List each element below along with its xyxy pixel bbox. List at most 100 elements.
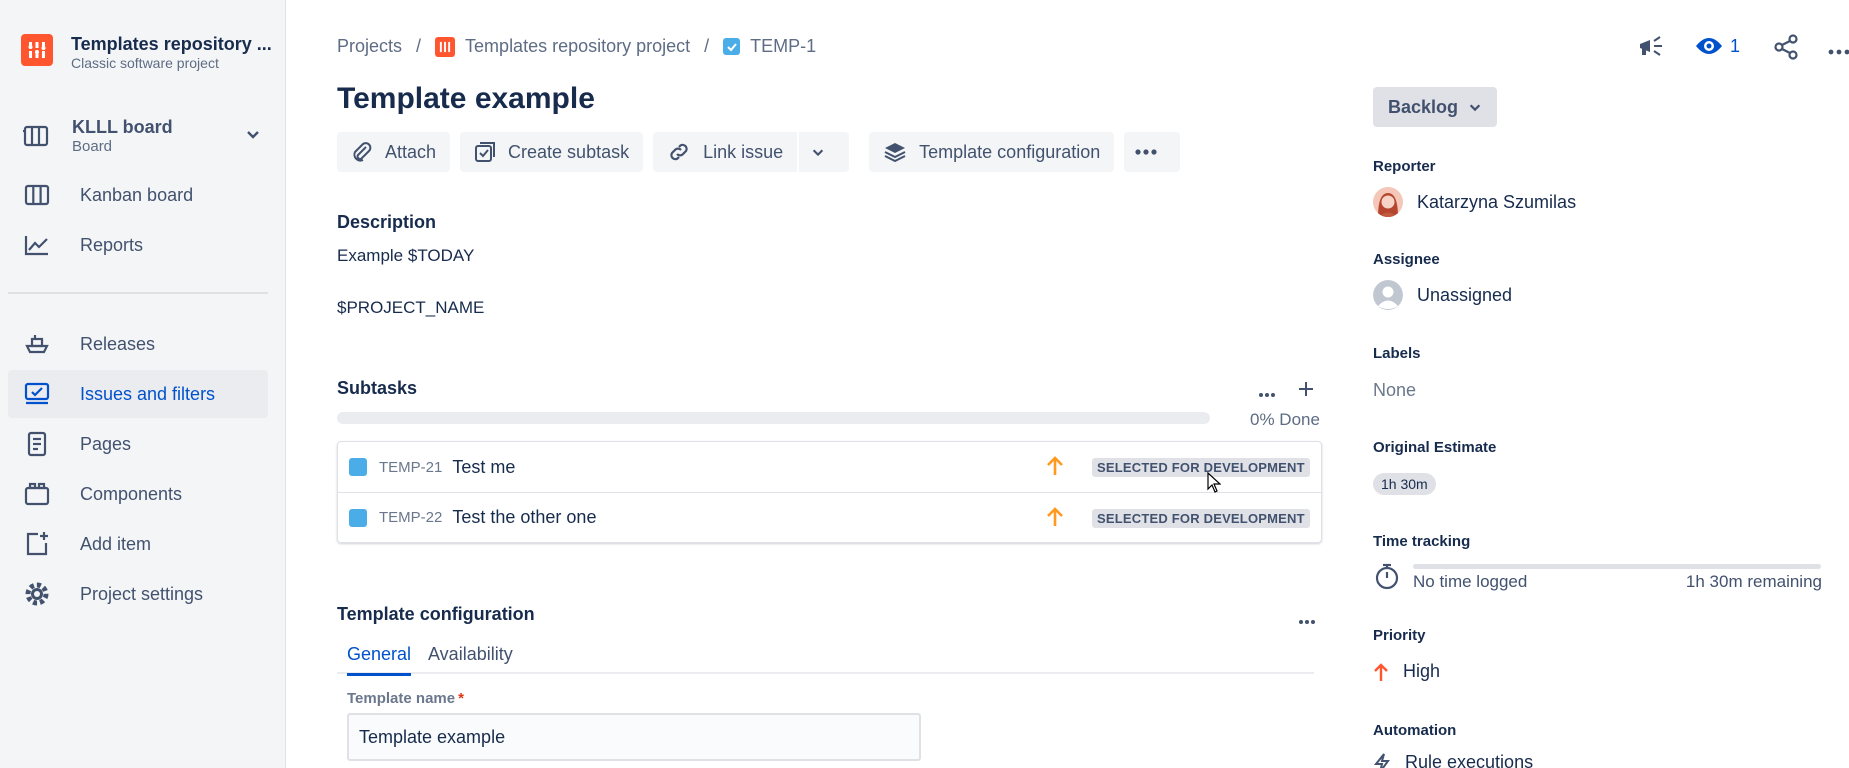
priority-high-icon bbox=[1046, 455, 1064, 482]
tab-general[interactable]: General bbox=[347, 644, 412, 676]
assignee-field[interactable]: Unassigned bbox=[1373, 280, 1512, 310]
project-header[interactable]: Templates repository ... Classic softwar… bbox=[21, 34, 272, 72]
subtask-icon bbox=[349, 458, 367, 476]
sidebar-item-reports[interactable]: Reports bbox=[8, 221, 268, 269]
default-avatar-icon bbox=[1373, 280, 1403, 310]
subtasks-progress-bar bbox=[337, 412, 1210, 424]
attach-button[interactable]: Attach bbox=[337, 132, 451, 172]
settings-icon bbox=[22, 579, 52, 609]
status-badge[interactable]: SELECTED FOR DEVELOPMENT bbox=[1092, 458, 1310, 477]
subtasks-table: TEMP-21 Test me SELECTED FOR DEVELOPMENT… bbox=[337, 441, 1322, 543]
template-name-label: Template name * bbox=[347, 690, 464, 707]
issue-title[interactable]: Template example bbox=[337, 82, 595, 116]
labels-value[interactable]: None bbox=[1373, 380, 1416, 401]
table-row[interactable]: TEMP-22 Test the other one SELECTED FOR … bbox=[338, 492, 1321, 542]
breadcrumb-issue-key[interactable]: TEMP-1 bbox=[750, 36, 816, 57]
releases-icon bbox=[22, 329, 52, 359]
subtask-key[interactable]: TEMP-21 bbox=[379, 459, 442, 476]
sidebar-item-label: Releases bbox=[80, 333, 156, 354]
sidebar-item-label: Add item bbox=[80, 533, 152, 554]
sidebar-item-issues-and-filters[interactable]: Issues and filters bbox=[8, 370, 268, 418]
more-icon[interactable] bbox=[1827, 43, 1849, 61]
avatar bbox=[1373, 187, 1403, 217]
more-actions-button[interactable] bbox=[1124, 132, 1181, 172]
breadcrumb-separator: / bbox=[704, 36, 710, 56]
pages-icon bbox=[22, 429, 52, 459]
link-issue-button[interactable]: Link issue bbox=[653, 132, 798, 172]
sidebar-item-label: Pages bbox=[80, 433, 132, 454]
watchers-count[interactable]: 1 bbox=[1730, 36, 1740, 57]
sidebar-item-components[interactable]: Components bbox=[8, 470, 268, 518]
task-icon bbox=[723, 38, 741, 55]
breadcrumb-project[interactable]: Templates repository project bbox=[465, 36, 690, 57]
status-dropdown[interactable]: Backlog bbox=[1373, 87, 1498, 127]
sidebar-item-label: Project settings bbox=[80, 583, 204, 604]
kanban-icon bbox=[22, 180, 52, 210]
add-subtask-icon[interactable] bbox=[1297, 380, 1315, 403]
priority-high-icon bbox=[1373, 662, 1389, 682]
project-logo-icon bbox=[435, 36, 456, 57]
subtask-icon bbox=[349, 508, 367, 527]
template-configuration-button[interactable]: Template configuration bbox=[869, 132, 1115, 172]
sidebar-item-label: Kanban board bbox=[80, 184, 194, 205]
subtasks-progress-label: 0% Done bbox=[1250, 410, 1320, 429]
automation-rule-executions[interactable]: Rule executions bbox=[1373, 752, 1533, 768]
link-issue-label: Link issue bbox=[703, 141, 784, 162]
reporter-name: Katarzyna Szumilas bbox=[1417, 191, 1577, 212]
assignee-label: Assignee bbox=[1373, 251, 1440, 268]
assignee-name: Unassigned bbox=[1417, 284, 1513, 305]
description-line[interactable]: $PROJECT_NAME bbox=[337, 298, 484, 318]
sidebar-item-kanban-board[interactable]: Kanban board bbox=[8, 171, 268, 219]
template-configuration-heading: Template configuration bbox=[337, 604, 535, 624]
project-name: Templates repository ... bbox=[71, 34, 272, 54]
template-config-more-icon[interactable] bbox=[1298, 612, 1316, 630]
time-remaining: 1h 30m remaining bbox=[1685, 572, 1822, 591]
watch-icon[interactable] bbox=[1695, 36, 1723, 61]
share-icon[interactable] bbox=[1773, 34, 1799, 65]
paperclip-icon bbox=[353, 142, 372, 162]
layers-icon bbox=[884, 143, 906, 163]
feedback-icon[interactable] bbox=[1637, 34, 1665, 65]
project-logo-icon bbox=[21, 34, 53, 66]
priority-field[interactable]: High bbox=[1373, 661, 1440, 682]
chevron-down-icon bbox=[1469, 104, 1481, 112]
subtask-summary[interactable]: Test the other one bbox=[452, 507, 596, 528]
labels-label: Labels bbox=[1373, 345, 1421, 362]
sidebar-item-add-item[interactable]: Add item bbox=[8, 520, 268, 568]
sidebar-item-pages[interactable]: Pages bbox=[8, 420, 268, 468]
time-logged: No time logged bbox=[1413, 572, 1528, 591]
sidebar-item-releases[interactable]: Releases bbox=[8, 320, 268, 368]
time-tracking-label: Time tracking bbox=[1373, 533, 1471, 550]
reporter-field[interactable]: Katarzyna Szumilas bbox=[1373, 187, 1576, 217]
sidebar-item-project-settings[interactable]: Project settings bbox=[8, 570, 268, 618]
subtask-summary[interactable]: Test me bbox=[452, 457, 515, 478]
board-switcher[interactable]: KLLL board Board bbox=[21, 116, 261, 156]
status-badge[interactable]: SELECTED FOR DEVELOPMENT bbox=[1092, 509, 1310, 528]
template-name-input[interactable] bbox=[347, 713, 921, 761]
original-estimate-value[interactable]: 1h 30m bbox=[1373, 473, 1436, 495]
breadcrumb-projects[interactable]: Projects bbox=[337, 36, 402, 57]
attach-label: Attach bbox=[385, 141, 437, 162]
time-tracking-bar[interactable] bbox=[1413, 564, 1821, 569]
reporter-label: Reporter bbox=[1373, 158, 1436, 175]
template-name-label-text: Template name bbox=[347, 690, 456, 707]
automation-value: Rule executions bbox=[1405, 752, 1534, 768]
tab-availability[interactable]: Availability bbox=[428, 644, 513, 673]
link-issue-dropdown[interactable] bbox=[799, 132, 850, 172]
template-configuration-label: Template configuration bbox=[919, 141, 1101, 162]
original-estimate-label: Original Estimate bbox=[1373, 439, 1497, 456]
issues-icon bbox=[22, 379, 52, 409]
subtask-key[interactable]: TEMP-22 bbox=[379, 509, 442, 526]
reports-icon bbox=[22, 230, 52, 260]
sidebar-item-label: Issues and filters bbox=[80, 383, 216, 404]
sidebar-item-label: Components bbox=[80, 483, 183, 504]
description-line[interactable]: Example $TODAY bbox=[337, 246, 474, 266]
lightning-icon bbox=[1373, 752, 1391, 768]
create-subtask-button[interactable]: Create subtask bbox=[460, 132, 644, 172]
required-marker: * bbox=[458, 690, 464, 707]
table-row[interactable]: TEMP-21 Test me SELECTED FOR DEVELOPMENT bbox=[338, 442, 1321, 492]
subtasks-more-icon[interactable] bbox=[1258, 385, 1276, 403]
chevron-down-icon bbox=[813, 149, 824, 157]
priority-label: Priority bbox=[1373, 627, 1426, 644]
chevron-down-icon[interactable] bbox=[245, 126, 261, 147]
